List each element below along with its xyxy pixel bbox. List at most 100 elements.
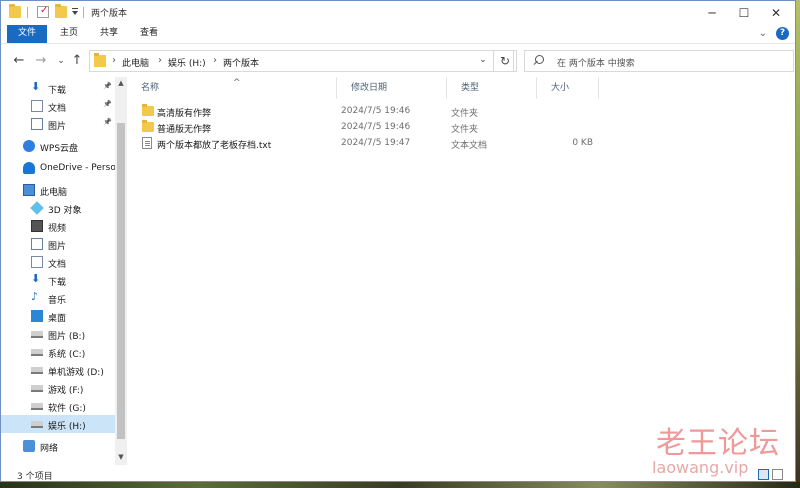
- pin-icon: 📌: [103, 82, 112, 90]
- folder-icon: [9, 4, 21, 18]
- file-explorer-window: 两个版本 ─ ☐ ✕ 文件 主页 共享 查看 ⌄ ? ← → ⌄ ↑ › 此电脑…: [0, 0, 796, 482]
- sidebar-item[interactable]: 文档: [1, 253, 115, 271]
- sort-ascending-icon: ^: [233, 78, 241, 88]
- sidebar-item[interactable]: 3D 对象: [1, 199, 115, 217]
- desktop-icon: [31, 310, 43, 322]
- column-header-size[interactable]: 大小: [537, 77, 599, 99]
- breadcrumb-current-folder[interactable]: 两个版本: [223, 56, 259, 69]
- desktop-background-strip: [0, 482, 800, 488]
- column-header-name-label: 名称: [141, 83, 160, 93]
- window-title: 两个版本: [91, 9, 128, 19]
- address-history-chevron-icon[interactable]: ⌄: [479, 55, 487, 65]
- sidebar-item[interactable]: 软件 (G:): [1, 397, 115, 415]
- network-icon: [23, 440, 35, 452]
- sidebar-item[interactable]: 桌面: [1, 307, 115, 325]
- sidebar-item[interactable]: 图片: [1, 235, 115, 253]
- breadcrumb-this-pc[interactable]: 此电脑: [122, 56, 149, 69]
- sidebar-item[interactable]: 娱乐 (H:): [1, 415, 115, 433]
- sidebar-item[interactable]: 系统 (C:): [1, 343, 115, 361]
- breadcrumb-drive-h[interactable]: 娱乐 (H:): [168, 56, 206, 69]
- sidebar-item-label: 音乐: [48, 296, 67, 306]
- sidebar-item[interactable]: OneDrive - Perso: [1, 159, 116, 177]
- forward-arrow-icon[interactable]: →: [33, 53, 49, 69]
- sidebar-item[interactable]: 游戏 (F:): [1, 379, 115, 397]
- up-arrow-icon[interactable]: ↑: [69, 53, 85, 69]
- sidebar-item[interactable]: ♪ 音乐: [1, 289, 115, 307]
- sidebar-item-label: 图片 (B:): [48, 332, 86, 342]
- file-date: 2024/7/5 19:46: [341, 106, 411, 116]
- picture-icon: [31, 238, 43, 250]
- tab-file[interactable]: 文件: [7, 25, 47, 43]
- help-icon[interactable]: ?: [776, 27, 789, 40]
- sidebar-item[interactable]: WPS云盘: [1, 137, 115, 155]
- sidebar-item-label: 网络: [40, 444, 59, 454]
- sidebar-item-label: 软件 (G:): [48, 404, 86, 414]
- sidebar-item-label: 文档: [48, 260, 67, 270]
- sidebar-item[interactable]: ⬇ 下载 📌: [1, 79, 115, 97]
- sidebar-item[interactable]: 文档 📌: [1, 97, 115, 115]
- sidebar-item-label: 下载: [48, 86, 67, 96]
- sidebar-item-label: 单机游戏 (D:): [48, 368, 104, 378]
- sidebar-item-label: 游戏 (F:): [48, 386, 84, 396]
- refresh-button[interactable]: ↻: [493, 50, 517, 72]
- file-row[interactable]: 两个版本都放了老板存档.txt 2024/7/5 19:47 文本文档 0 KB: [139, 135, 599, 151]
- sidebar-item-label: 文档: [48, 104, 67, 114]
- music-note-icon: ♪: [31, 290, 39, 303]
- sidebar-item-label: 系统 (C:): [48, 350, 86, 360]
- customize-quick-access-icon[interactable]: [71, 7, 79, 17]
- file-size: 0 KB: [572, 138, 593, 148]
- close-button[interactable]: ✕: [761, 1, 791, 25]
- details-view-icon[interactable]: [758, 469, 769, 480]
- scroll-down-arrow-icon[interactable]: ▼: [115, 453, 127, 461]
- video-icon: [31, 220, 43, 232]
- wps-cloud-icon: [23, 140, 35, 152]
- sidebar-item[interactable]: 图片 📌: [1, 115, 115, 133]
- drive-icon: [31, 331, 43, 338]
- folder-icon: [94, 53, 106, 67]
- scrollbar-thumb[interactable]: [117, 123, 125, 439]
- sidebar-item[interactable]: 视频: [1, 217, 115, 235]
- title-bar: 两个版本 ─ ☐ ✕: [1, 1, 795, 25]
- column-header-type[interactable]: 类型: [447, 77, 537, 99]
- file-row[interactable]: 普通版无作弊 2024/7/5 19:46 文件夹: [139, 119, 599, 135]
- sidebar-item[interactable]: 此电脑: [1, 181, 115, 199]
- large-icons-view-icon[interactable]: [772, 469, 783, 480]
- minimize-button[interactable]: ─: [697, 1, 727, 25]
- tab-share[interactable]: 共享: [93, 25, 125, 43]
- search-input[interactable]: 在 两个版本 中搜索: [557, 56, 635, 69]
- computer-icon: [23, 184, 35, 196]
- breadcrumb-chevron-icon[interactable]: ›: [213, 55, 217, 66]
- column-header-size-label: 大小: [551, 83, 570, 93]
- system-drive-icon: [31, 349, 43, 356]
- recent-locations-chevron-icon[interactable]: ⌄: [53, 53, 69, 69]
- file-date: 2024/7/5 19:46: [341, 122, 411, 132]
- scroll-up-arrow-icon[interactable]: ▲: [115, 79, 127, 87]
- item-count: 3 个项目: [17, 472, 53, 482]
- address-bar[interactable]: › 此电脑 › 娱乐 (H:) › 两个版本 ⌄: [89, 50, 514, 72]
- file-name: 两个版本都放了老板存档.txt: [157, 141, 272, 151]
- sidebar-item[interactable]: 网络: [1, 437, 115, 455]
- onedrive-cloud-icon: [23, 162, 35, 174]
- maximize-button[interactable]: ☐: [729, 1, 759, 25]
- properties-check-icon[interactable]: [37, 5, 49, 18]
- tab-view[interactable]: 查看: [133, 25, 165, 43]
- chevron-down-icon[interactable]: ⌄: [759, 28, 767, 39]
- column-header-date[interactable]: 修改日期: [337, 77, 447, 99]
- breadcrumb-chevron-icon[interactable]: ›: [112, 55, 116, 66]
- search-box[interactable]: 在 两个版本 中搜索: [524, 50, 794, 72]
- sidebar-item[interactable]: 单机游戏 (D:): [1, 361, 115, 379]
- pin-icon: 📌: [103, 118, 112, 126]
- drive-icon: [31, 403, 43, 410]
- close-icon: ✕: [770, 6, 782, 20]
- column-header-name[interactable]: 名称 ^: [127, 77, 337, 99]
- new-folder-icon[interactable]: [55, 4, 67, 18]
- sidebar-item[interactable]: ⬇ 下载: [1, 271, 115, 289]
- file-row[interactable]: 高清版有作弊 2024/7/5 19:46 文件夹: [139, 103, 599, 119]
- text-file-icon: [142, 137, 152, 149]
- sidebar-item[interactable]: 图片 (B:): [1, 325, 115, 343]
- breadcrumb-chevron-icon[interactable]: ›: [158, 55, 162, 66]
- sidebar-scrollbar[interactable]: ▲ ▼: [115, 77, 127, 465]
- back-arrow-icon[interactable]: ←: [11, 53, 27, 69]
- tab-home[interactable]: 主页: [53, 25, 85, 43]
- sidebar-item-label: 桌面: [48, 314, 67, 324]
